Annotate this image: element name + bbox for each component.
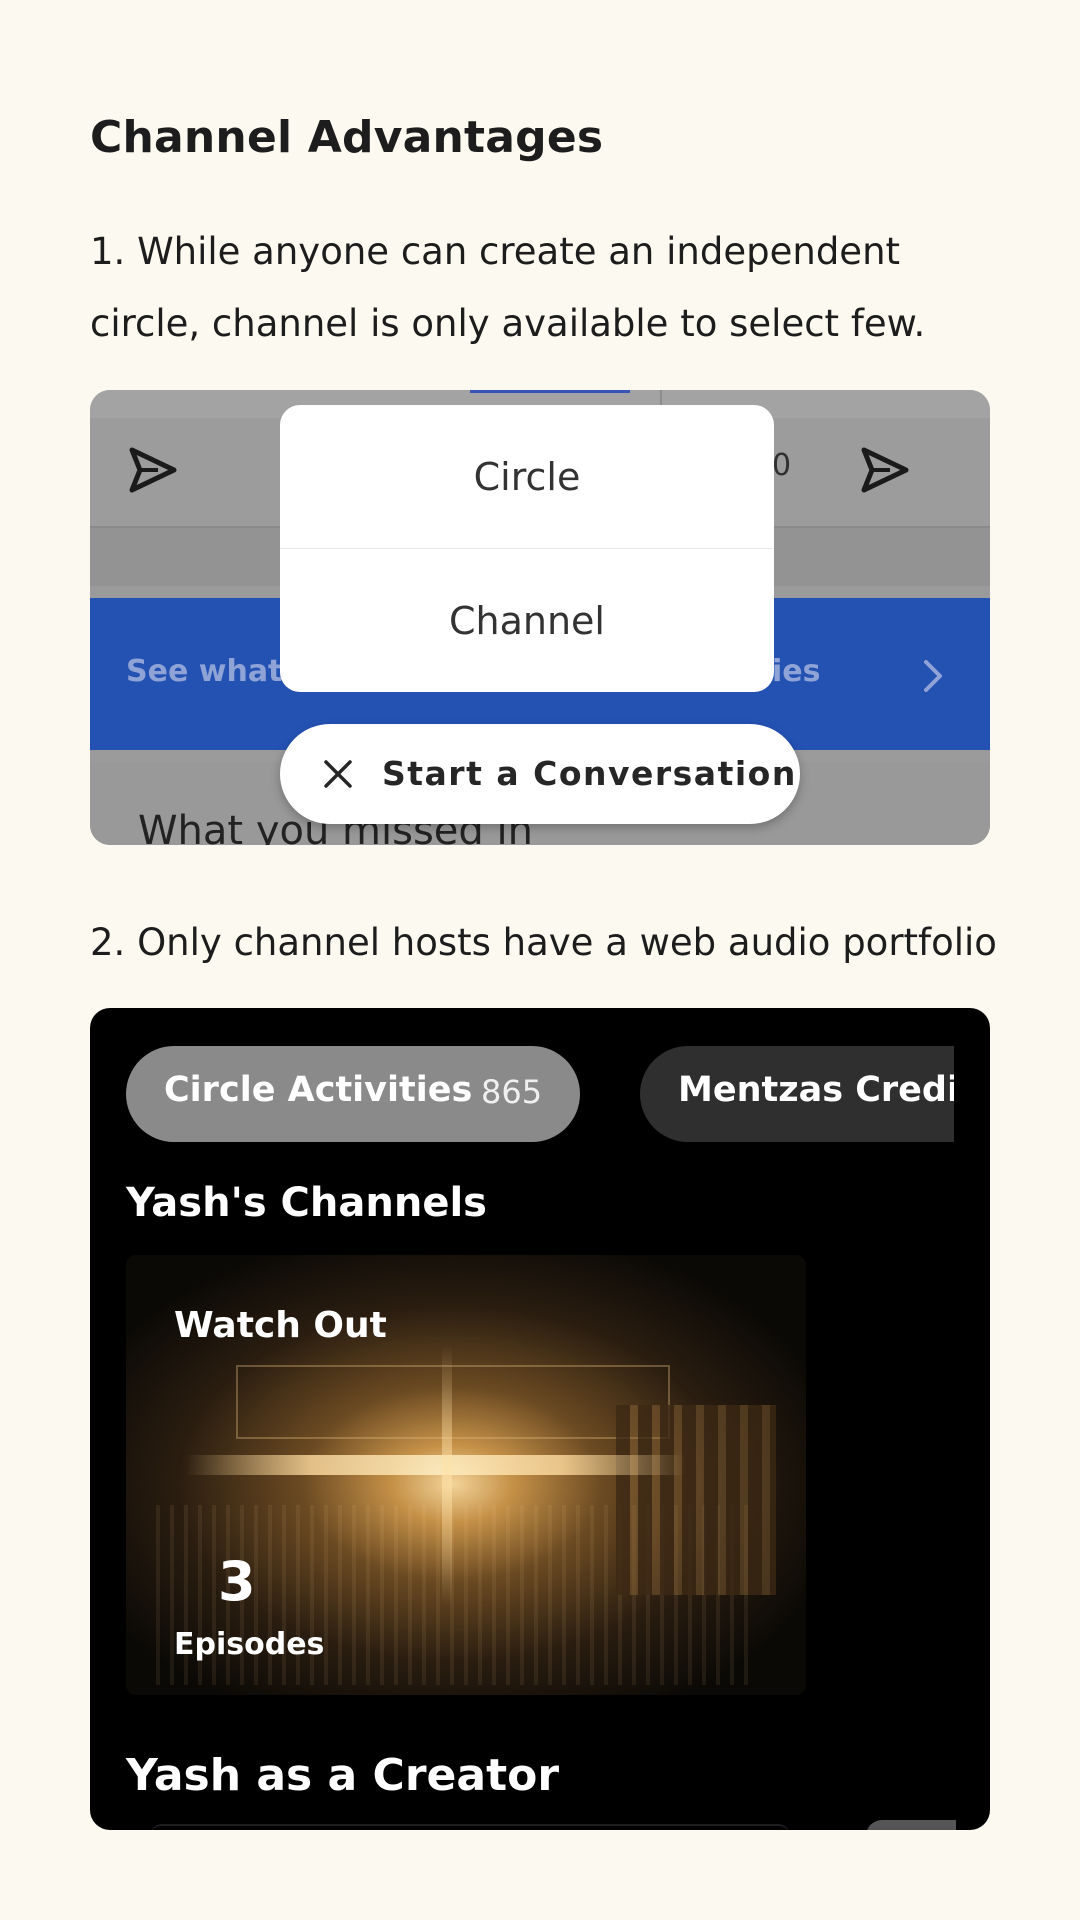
point-one-text: 1. While anyone can create an independen… — [90, 230, 926, 345]
send-icon[interactable] — [124, 442, 180, 498]
creator-section-title: Yash as a Creator — [126, 1750, 560, 1801]
close-icon — [324, 760, 352, 788]
screenshot-create-menu: 0 See what ies What you missed in Circle… — [90, 390, 990, 845]
card-art-glow — [186, 1455, 686, 1475]
channel-title: Watch Out — [174, 1305, 387, 1346]
banner-text-right: ies — [772, 654, 821, 689]
banner-text-left: See what — [126, 654, 283, 689]
create-type-menu: Circle Channel — [280, 405, 774, 692]
tab-indicator — [470, 390, 630, 393]
channel-card[interactable]: Watch Out 3 Episodes — [126, 1255, 806, 1695]
chevron-right-icon — [924, 660, 942, 692]
menu-item-circle[interactable]: Circle — [280, 405, 774, 549]
counter-text: 0 — [772, 448, 792, 483]
start-conversation-button[interactable]: Start a Conversation — [280, 724, 800, 824]
next-card-peek — [866, 1820, 956, 1830]
chip-count: 865 — [481, 1073, 543, 1111]
chip-mentzas-credit[interactable]: Mentzas Credit — [640, 1046, 954, 1142]
next-card-edge — [150, 1824, 790, 1830]
send-icon[interactable] — [856, 442, 912, 498]
chip-label: Circle Activities — [164, 1070, 473, 1110]
section-heading: Channel Advantages — [90, 112, 604, 163]
channels-section-title: Yash's Channels — [126, 1180, 487, 1226]
screenshot-profile: Circle Activities 865 Mentzas Credit Yas… — [90, 1008, 990, 1830]
chip-label: Mentzas Credit — [678, 1070, 954, 1110]
episode-count: 3 — [218, 1550, 256, 1613]
point-two-text: 2. Only channel hosts have a web audio p… — [90, 921, 997, 964]
chip-circle-activities[interactable]: Circle Activities 865 — [126, 1046, 580, 1142]
card-art-pillars — [616, 1405, 776, 1595]
episode-label: Episodes — [174, 1627, 325, 1662]
menu-item-channel[interactable]: Channel — [280, 549, 774, 692]
card-art-beam — [442, 1345, 452, 1605]
card-art-frame — [236, 1365, 670, 1439]
start-conversation-label: Start a Conversation — [382, 754, 797, 793]
